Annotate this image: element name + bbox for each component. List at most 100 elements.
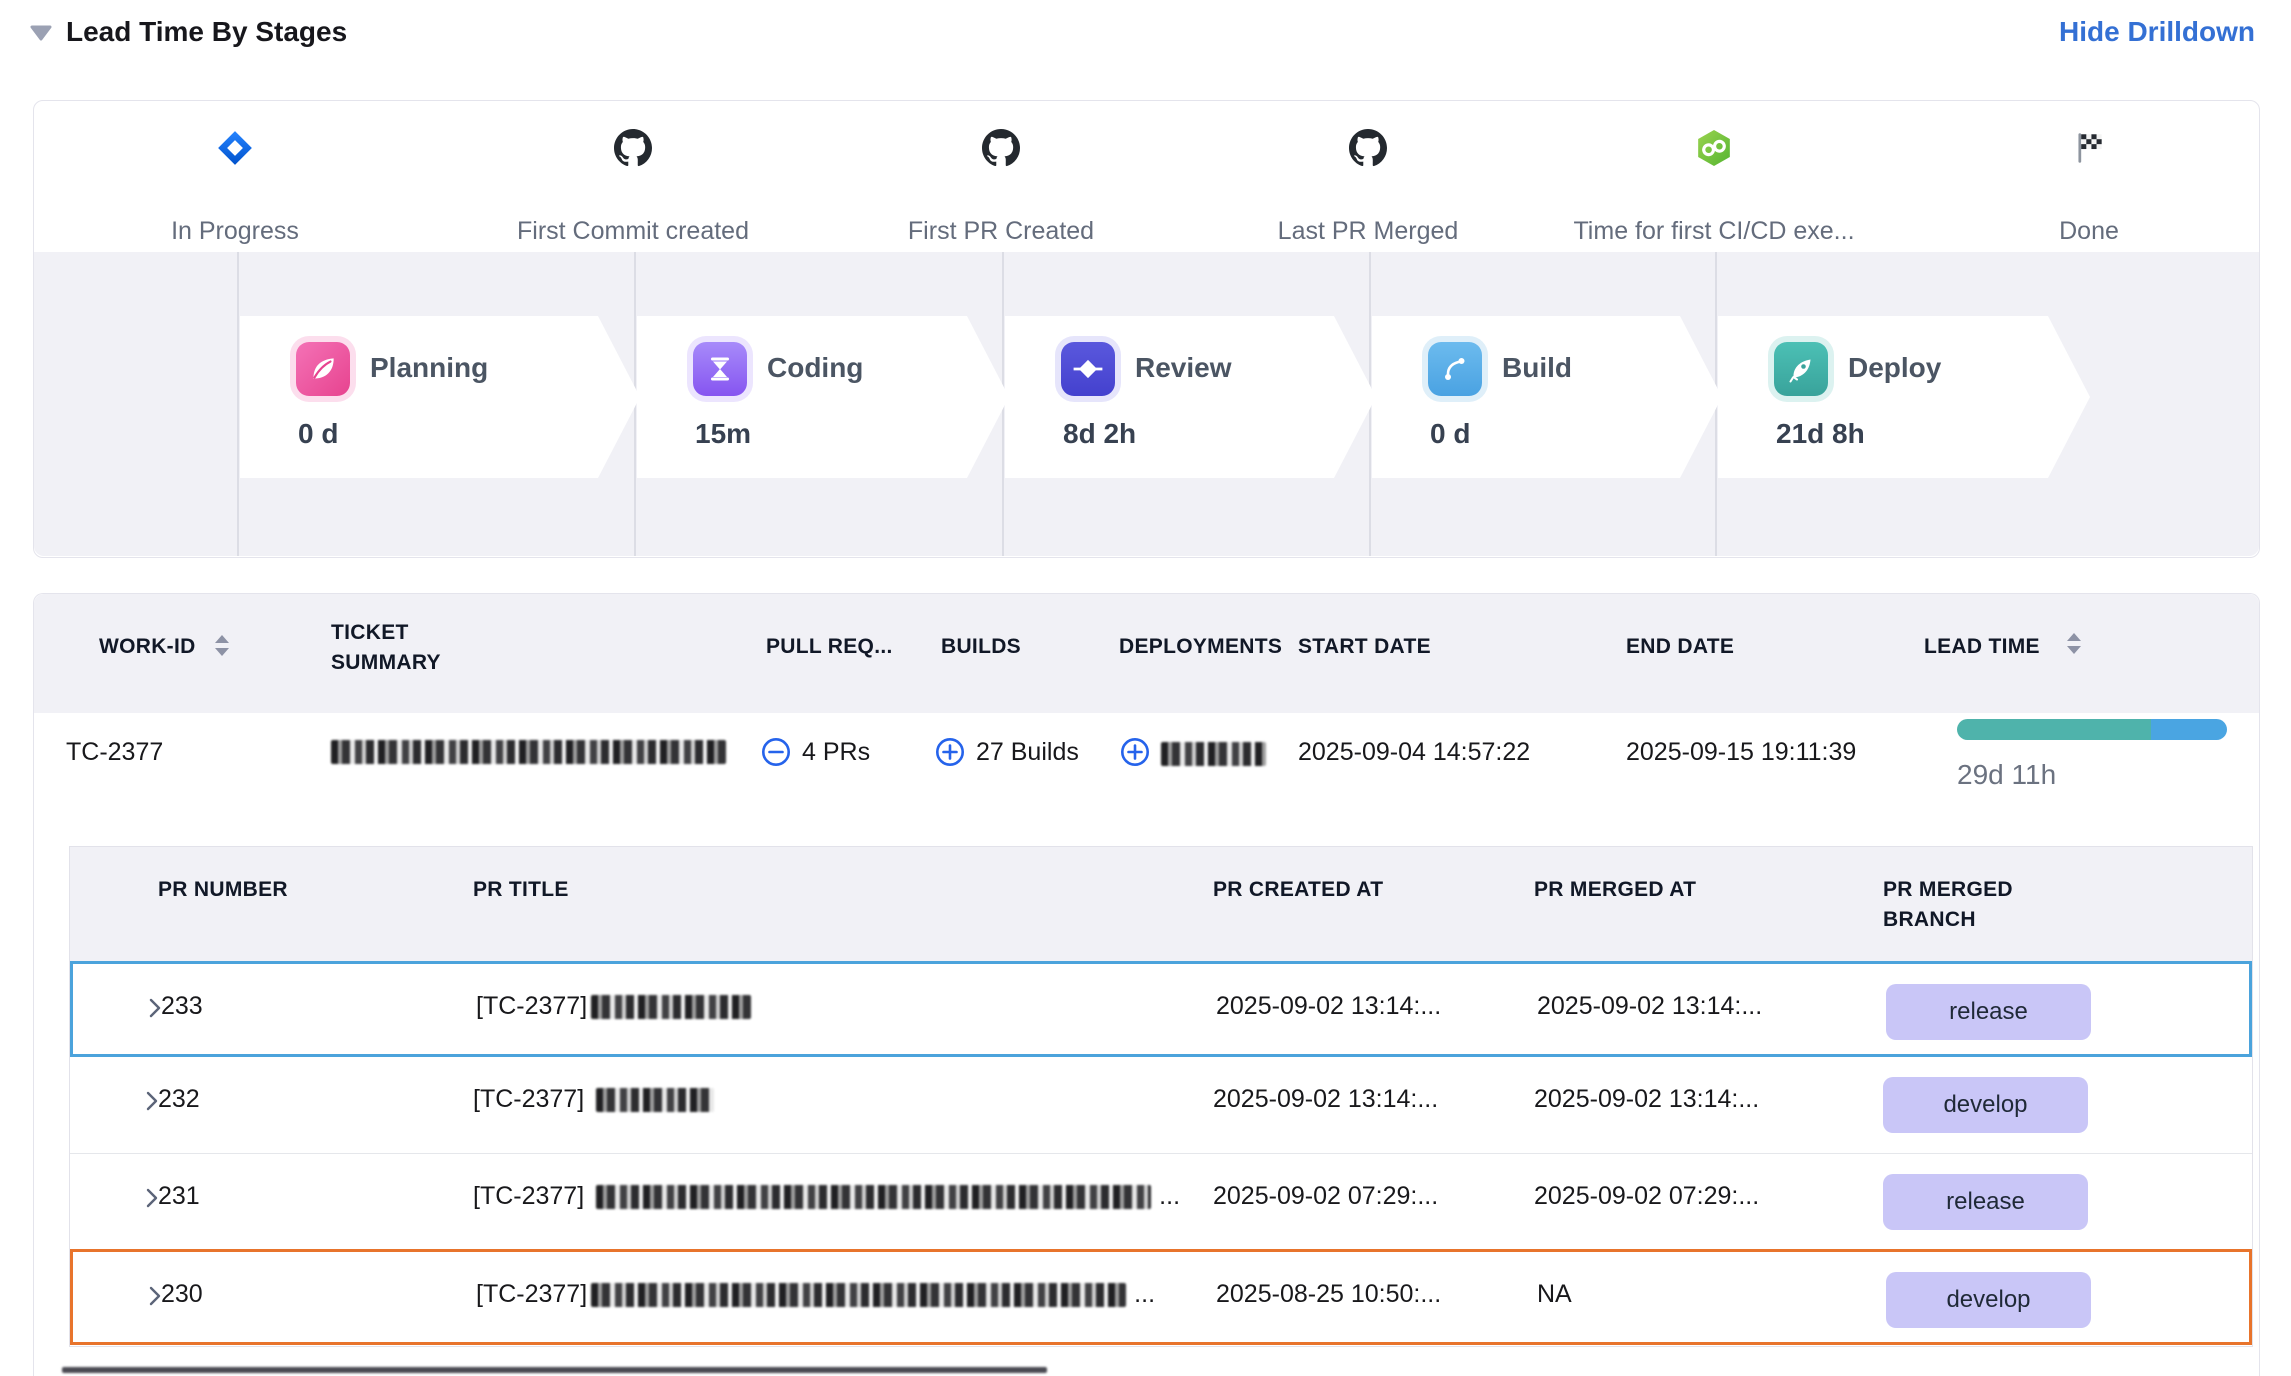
pr-branch-badge: release: [1886, 984, 2091, 1040]
collapse-triangle-icon[interactable]: [28, 22, 54, 49]
build-icon: [1428, 342, 1482, 396]
cutoff-redacted-content: [62, 1367, 1047, 1373]
pr-row-230[interactable]: 230 [TC-2377]... 2025-08-25 10:50:... NA…: [70, 1249, 2252, 1345]
expand-deployments-icon[interactable]: [1119, 736, 1151, 773]
col-ticket-summary: TICKET SUMMARY: [331, 618, 441, 678]
pr-title: [TC-2377]: [473, 1085, 714, 1114]
stage-coding: Coding 15m: [637, 316, 1009, 478]
col-pr-merged-branch: PR MERGED BRANCH: [1883, 875, 2013, 935]
stage-divider: [237, 252, 239, 556]
builds-value: 27 Builds: [976, 734, 1079, 770]
pr-created-at: 2025-09-02 13:14:...: [1213, 1085, 1438, 1114]
stage-name: Build: [1502, 352, 1572, 384]
sort-work-id-icon[interactable]: [212, 632, 232, 665]
coding-icon: [693, 342, 747, 396]
pr-created-at: 2025-08-25 10:50:...: [1216, 1280, 1441, 1309]
milestone-label: Last PR Merged: [1278, 217, 1459, 246]
review-icon: [1061, 342, 1115, 396]
pr-number: 232: [158, 1085, 200, 1114]
stages-panel: In Progress First Commit created First P…: [33, 100, 2260, 558]
pr-row-233[interactable]: 233 [TC-2377] 2025-09-02 13:14:... 2025-…: [70, 961, 2252, 1057]
milestone-label: First Commit created: [517, 217, 749, 246]
col-start-date: START DATE: [1298, 632, 1431, 662]
col-pr-number: PR NUMBER: [158, 875, 288, 905]
stage-duration: 8d 2h: [1063, 418, 1136, 450]
col-pull-requests: PULL REQ...: [766, 632, 893, 662]
stage-duration: 0 d: [298, 418, 338, 450]
pr-table: PR NUMBER PR TITLE PR CREATED AT PR MERG…: [69, 846, 2253, 1347]
lead-time-value: 29d 11h: [1957, 757, 2056, 793]
stage-build: Build 0 d: [1372, 316, 1722, 478]
lead-time-drilldown-page: Lead Time By Stages Hide Drilldown In Pr…: [0, 0, 2291, 1376]
pr-merged-at: 2025-09-02 13:14:...: [1537, 992, 1762, 1021]
stage-name: Coding: [767, 352, 863, 384]
pr-title: [TC-2377]...: [476, 1280, 1155, 1309]
col-builds: BUILDS: [941, 632, 1021, 662]
hide-drilldown-link[interactable]: Hide Drilldown: [2059, 16, 2255, 48]
stage-duration: 15m: [695, 418, 751, 450]
pr-created-at: 2025-09-02 07:29:...: [1213, 1182, 1438, 1211]
end-date-value: 2025-09-15 19:11:39: [1626, 734, 1856, 770]
stage-name: Deploy: [1848, 352, 1941, 384]
work-table-header: WORK-ID TICKET SUMMARY PULL REQ... BUILD…: [34, 594, 2259, 713]
pr-row-232[interactable]: 232 [TC-2377] 2025-09-02 13:14:... 2025-…: [70, 1057, 2252, 1153]
milestone-label: Done: [2059, 217, 2119, 246]
pr-merged-at: NA: [1537, 1280, 1572, 1309]
pr-row-231[interactable]: 231 [TC-2377]... 2025-09-02 07:29:... 20…: [70, 1153, 2252, 1249]
col-deployments: DEPLOYMENTS: [1119, 632, 1282, 662]
pr-merged-at: 2025-09-02 07:29:...: [1534, 1182, 1759, 1211]
col-pr-title: PR TITLE: [473, 875, 569, 905]
milestone-label: First PR Created: [908, 217, 1094, 246]
col-end-date: END DATE: [1626, 632, 1734, 662]
ticket-summary-redacted: [331, 740, 726, 764]
github-icon: [1349, 129, 1387, 172]
pr-created-at: 2025-09-02 13:14:...: [1216, 992, 1441, 1021]
lead-time-bar-teal: [1957, 719, 2151, 740]
checkered-flag-icon: [2070, 129, 2108, 172]
pr-table-header: PR NUMBER PR TITLE PR CREATED AT PR MERG…: [70, 847, 2252, 961]
github-icon: [614, 129, 652, 172]
pr-title-redacted: [596, 1088, 714, 1112]
pr-title-redacted: [591, 1283, 1126, 1307]
pr-branch-badge: develop: [1886, 1272, 2091, 1328]
pr-title-redacted: [591, 995, 751, 1019]
page-title: Lead Time By Stages: [66, 16, 347, 48]
stage-deploy: Deploy 21d 8h: [1718, 316, 2090, 478]
stage-name: Planning: [370, 352, 488, 384]
pr-number: 230: [161, 1280, 203, 1309]
stage-planning: Planning 0 d: [240, 316, 640, 478]
col-lead-time: LEAD TIME: [1924, 632, 2040, 662]
pr-branch-badge: develop: [1883, 1077, 2088, 1133]
pr-title: [TC-2377]: [476, 992, 751, 1021]
pr-branch-badge: release: [1883, 1174, 2088, 1230]
milestone-label: Time for first CI/CD exe...: [1573, 217, 1854, 246]
deploy-rocket-icon: [1774, 342, 1828, 396]
col-pr-merged-at: PR MERGED AT: [1534, 875, 1696, 905]
pr-number: 233: [161, 992, 203, 1021]
stages-track: Planning 0 d Coding 15m Review 8d 2h: [34, 252, 2259, 556]
planning-icon: [296, 342, 350, 396]
work-id-value: TC-2377: [66, 734, 163, 770]
lead-time-bar-blue: [2151, 719, 2227, 740]
github-icon: [982, 129, 1020, 172]
pr-number: 231: [158, 1182, 200, 1211]
stage-duration: 0 d: [1430, 418, 1470, 450]
collapse-prs-icon[interactable]: [760, 736, 792, 773]
sort-lead-time-icon[interactable]: [2064, 630, 2084, 663]
milestone-label: In Progress: [171, 217, 299, 246]
stage-duration: 21d 8h: [1776, 418, 1865, 450]
stage-review: Review 8d 2h: [1005, 316, 1376, 478]
pr-merged-at: 2025-09-02 13:14:...: [1534, 1085, 1759, 1114]
col-work-id: WORK-ID: [99, 632, 196, 662]
col-pr-created-at: PR CREATED AT: [1213, 875, 1383, 905]
lead-time-bar: [1957, 719, 2227, 740]
cicd-icon: [1695, 129, 1733, 172]
stage-name: Review: [1135, 352, 1232, 384]
pr-title: [TC-2377]...: [473, 1182, 1180, 1211]
pull-requests-value: 4 PRs: [802, 734, 870, 770]
pr-title-redacted: [596, 1185, 1151, 1209]
deployments-redacted: [1161, 742, 1266, 766]
expand-builds-icon[interactable]: [934, 736, 966, 773]
start-date-value: 2025-09-04 14:57:22: [1298, 734, 1530, 770]
jira-icon: [216, 129, 254, 172]
